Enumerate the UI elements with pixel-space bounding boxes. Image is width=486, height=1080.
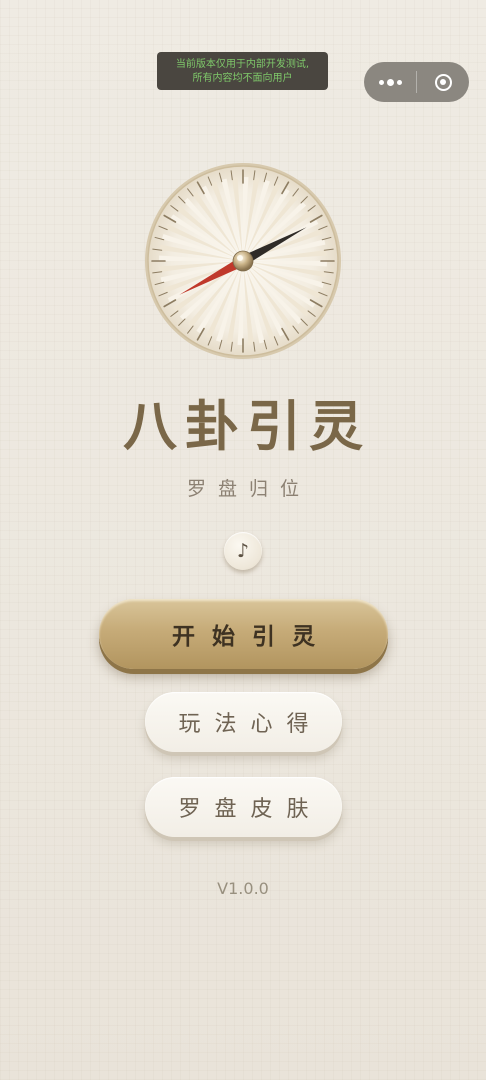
compass-dial [145,163,341,359]
version-label: V1.0.0 [217,879,269,898]
compass-hub [232,250,254,272]
music-toggle-button[interactable]: ♪ [224,532,262,570]
rules-button-label: 玩法心得 [178,712,323,737]
dev-notice-line-1: 当前版本仅用于内部开发测试, [175,58,310,70]
rules-button[interactable]: 玩法心得 [145,692,342,752]
page-subtitle: 罗盘归位 [186,478,311,500]
skin-button[interactable]: 罗盘皮肤 [145,777,342,837]
dev-notice-banner: 当前版本仅用于内部开发测试, 所有内容均不面向用户 [157,52,328,90]
skin-button-label: 罗盘皮肤 [178,797,323,822]
page-title: 八卦引灵 [123,395,371,458]
dev-notice-line-2: 所有内容均不面向用户 [192,72,293,84]
start-button-label: 开始引灵 [172,624,332,650]
start-button[interactable]: 开始引灵 [99,599,388,669]
target-close-icon[interactable] [417,62,469,102]
more-dots-icon[interactable] [364,62,416,102]
compass-hub-highlight [237,255,243,261]
music-note-icon: ♪ [236,540,250,562]
mini-program-capsule [364,62,469,102]
